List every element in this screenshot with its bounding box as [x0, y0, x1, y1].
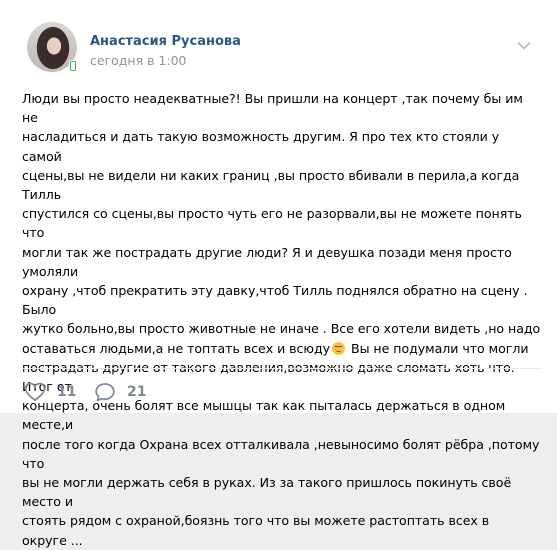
post-text-part2: Вы не подумали что могли пострадать друг… [22, 340, 540, 548]
post-time[interactable]: сегодня в 1:00 [90, 53, 187, 68]
chevron-down-icon[interactable] [517, 36, 531, 50]
mobile-online-icon [69, 60, 77, 72]
likes-count: 11 [57, 384, 77, 400]
post-text: Люди вы просто неадекватные?! Вы пришли … [22, 89, 542, 550]
avatar[interactable] [27, 22, 77, 72]
comment-icon [94, 382, 116, 402]
divider [22, 368, 542, 369]
author-name[interactable]: Анастасия Русанова [90, 34, 241, 49]
post-text-part1: Люди вы просто неадекватные?! Вы пришли … [22, 91, 541, 356]
unamused-face-emoji [332, 341, 346, 355]
like-button[interactable]: 11 [24, 380, 76, 404]
comment-button[interactable]: 21 [94, 380, 146, 404]
heart-icon [24, 382, 46, 402]
post-card: Анастасия Русанова сегодня в 1:00 Люди в… [0, 0, 557, 548]
comments-count: 21 [127, 384, 147, 400]
